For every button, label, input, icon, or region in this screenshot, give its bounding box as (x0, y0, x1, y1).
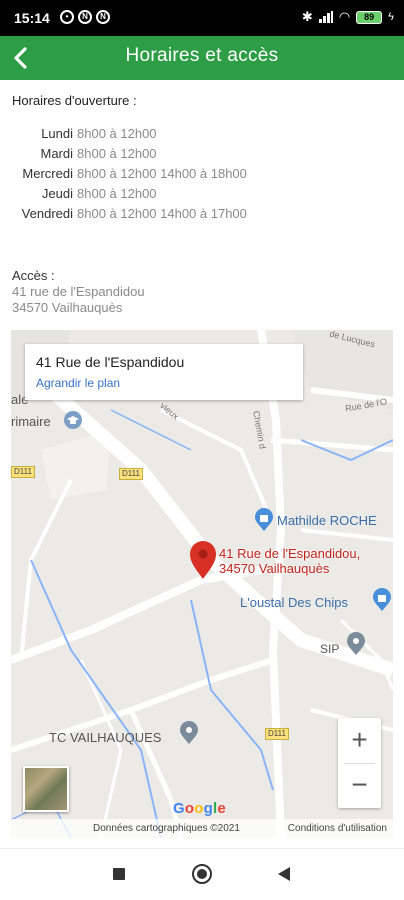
hours-day: Mardi (40, 145, 73, 161)
status-time: 15:14 (14, 10, 50, 26)
access-address-city: 34570 Vailhauquès (12, 300, 123, 315)
school-icon (64, 411, 82, 429)
status-system-icons: ✱ ◠ 89 ϟ (302, 9, 394, 25)
map-pin-label: 41 Rue de l'Espandidou, 34570 Vailhauquè… (219, 546, 360, 576)
status-bar: 15:14 • N N ✱ ◠ 89 ϟ (0, 0, 404, 36)
battery-icon: 89 (356, 10, 383, 24)
access-address-street: 41 rue de l'Espandidou (12, 284, 145, 299)
notification-n-icon-2: N (96, 10, 110, 24)
google-logo: Google (173, 800, 226, 817)
hours-day: Vendredi (21, 205, 73, 221)
poi-mathilde-roche[interactable]: Mathilde ROCHE (277, 513, 377, 528)
hours-time: 8h00 à 12h00 14h00 à 17h00 (77, 205, 247, 221)
hours-day: Jeudi (41, 185, 73, 201)
hours-heading: Horaires d'ouverture : (12, 93, 137, 108)
map-data-credit: Données cartographiques ©2021 (93, 823, 240, 834)
app-bar: Horaires et accès (0, 36, 404, 80)
notification-dot-icon: • (60, 10, 74, 24)
zoom-controls: + − (338, 718, 381, 808)
hours-time: 8h00 à 12h00 (77, 145, 157, 161)
wifi-icon: ◠ (338, 9, 351, 24)
road-tag-d111: D111 (119, 468, 143, 480)
home-button[interactable] (192, 864, 212, 884)
road-tag-d111: D111 (265, 728, 289, 740)
hours-table: Lundi 8h00 à 12h00 Mardi 8h00 à 12h00 Me… (12, 123, 247, 223)
zoom-out-button[interactable]: − (338, 763, 381, 808)
satellite-view-toggle[interactable] (23, 766, 69, 812)
charging-icon: ϟ (388, 11, 394, 23)
map-view[interactable]: de Lucques Rue de l'O Chemin d vieux ale… (11, 330, 393, 838)
map-card-title: 41 Rue de l'Espandidou (36, 354, 185, 370)
hours-row: Vendredi 8h00 à 12h00 14h00 à 17h00 (12, 203, 247, 223)
hours-row: Mardi 8h00 à 12h00 (12, 143, 247, 163)
hours-day: Mercredi (22, 165, 73, 181)
map-pin-label-street: 41 Rue de l'Espandidou, (219, 546, 361, 561)
page-title: Horaires et accès (125, 45, 279, 66)
road-tag-d111: D111 (11, 466, 35, 478)
map-info-card: 41 Rue de l'Espandidou Agrandir le plan (25, 344, 303, 400)
map-pin-icon[interactable] (189, 540, 217, 580)
status-notification-icons: • N N (60, 10, 110, 24)
poi-tc-vailhauques[interactable]: TC VAILHAUQUES (49, 730, 161, 745)
poi-oustal-des-chips[interactable]: L'oustal Des Chips (240, 595, 348, 610)
hours-time: 8h00 à 12h00 14h00 à 18h00 (77, 165, 247, 181)
poi-sip[interactable]: SIP (320, 642, 339, 656)
hours-time: 8h00 à 12h00 (77, 125, 157, 141)
shopping-bag-icon (255, 508, 273, 531)
system-nav-bar (0, 848, 404, 900)
signal-icon (318, 11, 333, 23)
enlarge-map-link[interactable]: Agrandir le plan (36, 376, 120, 390)
location-pin-icon (180, 721, 198, 744)
shopping-bag-icon (373, 588, 391, 611)
map-label-primaire: rimaire (11, 414, 51, 429)
hours-row: Jeudi 8h00 à 12h00 (12, 183, 247, 203)
map-pin-label-city: 34570 Vailhauquès (219, 561, 330, 576)
notification-n-icon: N (78, 10, 92, 24)
map-footer: Données cartographiques ©2021 Conditions… (11, 819, 393, 838)
access-label: Accès : (12, 268, 55, 283)
nav-back-button[interactable] (278, 867, 290, 881)
terms-of-use-link[interactable]: Conditions d'utilisation (288, 823, 387, 834)
bluetooth-icon: ✱ (301, 9, 313, 24)
location-pin-icon (347, 632, 365, 655)
hours-time: 8h00 à 12h00 (77, 185, 157, 201)
zoom-in-button[interactable]: + (338, 718, 381, 763)
hours-row: Mercredi 8h00 à 12h00 14h00 à 18h00 (12, 163, 247, 183)
map-base (11, 330, 393, 838)
recent-apps-button[interactable] (113, 868, 125, 880)
hours-row: Lundi 8h00 à 12h00 (12, 123, 247, 143)
hours-day: Lundi (41, 125, 73, 141)
